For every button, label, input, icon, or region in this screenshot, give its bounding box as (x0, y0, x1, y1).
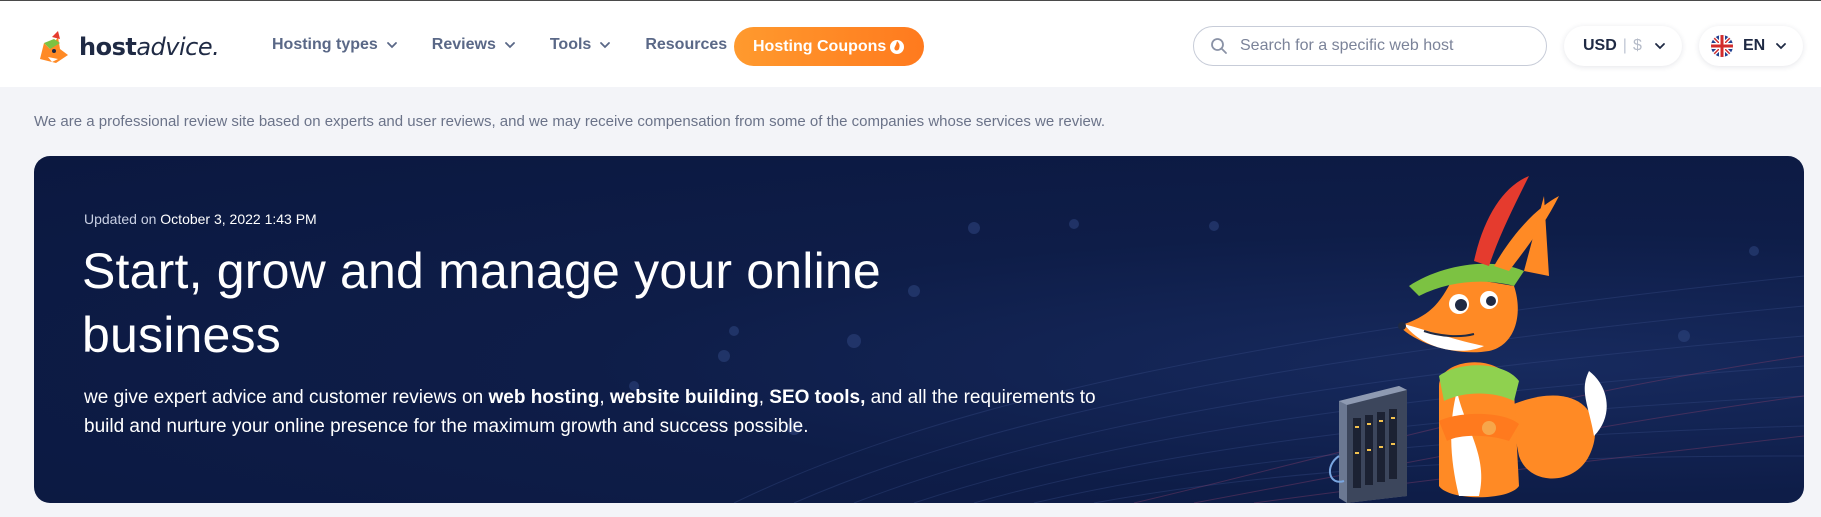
logo-text: hostadvice. (79, 33, 220, 61)
flame-icon (890, 40, 904, 54)
chevron-down-icon (504, 42, 515, 49)
hero-banner: Updated on October 3, 2022 1:43 PM Start… (34, 156, 1804, 503)
chevron-down-icon (600, 42, 611, 49)
site-header: hostadvice. Hosting types Reviews Tools … (0, 1, 1821, 87)
desc-text: , (758, 387, 770, 408)
chevron-down-icon (1655, 43, 1665, 50)
currency-symbol: $ (1632, 37, 1642, 54)
coupons-label: Hosting Coupons (753, 37, 887, 55)
hosting-coupons-button[interactable]: Hosting Coupons (734, 27, 924, 66)
logo-fox-icon (34, 29, 76, 65)
uk-flag-icon (1711, 35, 1733, 57)
nav-reviews[interactable]: Reviews (432, 31, 516, 59)
chevron-down-icon (386, 42, 397, 49)
server-icon (1329, 386, 1407, 503)
nav-tools[interactable]: Tools (550, 31, 611, 59)
nav-label: Resources (645, 36, 728, 53)
hero-title: Start, grow and manage your online busin… (82, 243, 881, 363)
chevron-down-icon (1776, 43, 1786, 50)
nav-label: Hosting types (272, 36, 378, 53)
currency-selector[interactable]: USD | $ (1564, 26, 1682, 66)
disclaimer-text: We are a professional review site based … (34, 113, 1106, 130)
updated-on: Updated on October 3, 2022 1:43 PM (84, 211, 317, 227)
search-icon (1211, 38, 1227, 54)
currency-code: USD (1583, 37, 1617, 54)
hero-description: we give expert advice and customer revie… (84, 383, 1104, 441)
desc-highlight-web-hosting: web hosting (488, 387, 600, 408)
desc-highlight-seo-tools: SEO tools, (769, 387, 866, 408)
main-nav: Hosting types Reviews Tools Resources (272, 31, 781, 59)
desc-text: , (599, 387, 610, 408)
nav-hosting-types[interactable]: Hosting types (272, 31, 398, 59)
nav-label: Tools (549, 36, 592, 53)
site-logo[interactable]: hostadvice. (34, 29, 220, 65)
currency-separator: | (1622, 37, 1627, 54)
desc-text: we give expert advice and customer revie… (84, 387, 489, 408)
desc-highlight-website-building: website building (609, 387, 759, 408)
language-code: EN (1743, 37, 1766, 54)
nav-label: Reviews (431, 36, 496, 53)
updated-date: October 3, 2022 1:43 PM (160, 211, 317, 227)
search-box[interactable] (1193, 26, 1547, 66)
updated-prefix: Updated on (84, 211, 157, 227)
nav-resources[interactable]: Resources (645, 31, 747, 59)
fox-mascot (1329, 176, 1607, 503)
language-selector[interactable]: EN (1699, 26, 1803, 66)
search-input[interactable] (1240, 37, 1540, 55)
